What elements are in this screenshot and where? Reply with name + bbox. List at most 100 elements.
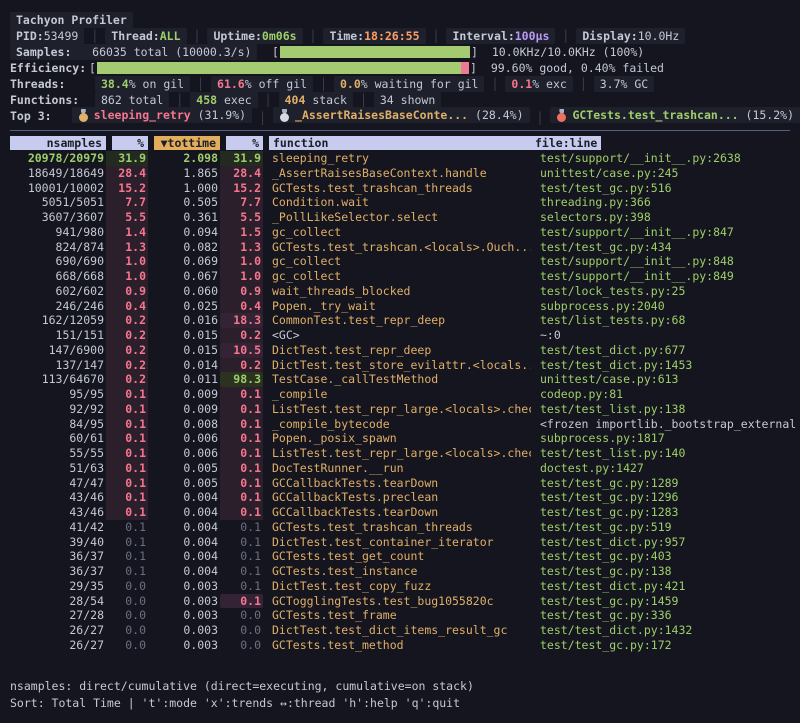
cell-pct-direct: 15.2: [106, 181, 148, 196]
table-row[interactable]: 3607/36075.50.3615.5_PollLikeSelector.se…: [10, 210, 800, 225]
cell-pct-direct: 0.1: [106, 520, 148, 535]
table-row[interactable]: 941/9801.40.0941.5gc_collecttest/support…: [10, 225, 800, 240]
table-row[interactable]: 151/1510.20.0150.2<GC>~:0: [10, 328, 800, 343]
cell-pct-cumulative: 0.1: [220, 446, 263, 461]
col-header-pct1[interactable]: %: [112, 136, 148, 150]
field-time: Time: 18:26:55: [323, 28, 425, 45]
cell-pct-direct: 0.1: [106, 431, 148, 446]
cell-pct-direct: 0.1: [106, 461, 148, 476]
table-row[interactable]: 95/950.10.0090.1_compilecodeop.py:81: [10, 387, 800, 402]
table-row[interactable]: 55/550.10.0060.1ListTest.test_repr_large…: [10, 446, 800, 461]
cell-tottime: 0.003: [148, 594, 220, 609]
separator: [10, 130, 790, 131]
field-pid-label: PID:: [16, 29, 44, 44]
table-row[interactable]: 60/610.10.0060.1Popen._posix_spawnsubpro…: [10, 431, 800, 446]
table-row[interactable]: 824/8741.30.0821.3GCTests.test_trashcan.…: [10, 240, 800, 255]
table-row[interactable]: 26/270.00.0030.0GCTests.test_methodtest/…: [10, 638, 800, 653]
table-row[interactable]: 668/6681.00.0671.0gc_collecttest/support…: [10, 269, 800, 284]
cell-nsamples: 55/55: [10, 446, 106, 461]
cell-nsamples: 113/64670: [10, 372, 106, 387]
divider-status-3: │: [310, 29, 317, 44]
cell-pct-cumulative: 0.9: [220, 284, 263, 299]
cell-pct-cumulative: 7.7: [220, 195, 263, 210]
table-row[interactable]: 29/350.00.0030.1DictTest.test_copy_fuzzt…: [10, 579, 800, 594]
cell-pct-cumulative: 0.1: [220, 549, 263, 564]
col-header-nsamples[interactable]: nsamples: [10, 136, 106, 150]
col-header-pct2[interactable]: %: [226, 136, 263, 150]
cell-file-line: test/lock_tests.py:25: [531, 284, 800, 299]
table-row[interactable]: 10001/1000215.21.00015.2GCTests.test_tra…: [10, 181, 800, 196]
field-display-value: 10.0Hz: [638, 29, 680, 44]
table-row[interactable]: 39/400.10.0040.1DictTest.test_container_…: [10, 535, 800, 550]
function-stat-total-value: 862: [101, 93, 122, 108]
cell-file-line: test/test_gc.py:172: [531, 638, 800, 653]
table-row[interactable]: 41/420.10.0040.1GCTests.test_trashcan_th…: [10, 520, 800, 535]
medal-2-disc: [280, 113, 289, 122]
cell-nsamples: 27/28: [10, 608, 106, 623]
field-time-label: Time:: [329, 29, 364, 44]
cell-file-line: test/list_tests.py:68: [531, 313, 800, 328]
divider-thread-stat-3: │: [491, 77, 498, 91]
table-header: nsamples% ▼tottime% functionfile:line: [10, 135, 800, 150]
efficiency-label: Efficiency:: [10, 61, 89, 76]
divider-function-stat-3: │: [360, 93, 367, 107]
col-header-file[interactable]: file:line: [531, 136, 601, 150]
divider-top3-2: │: [537, 111, 544, 125]
top-function-2-pct: (28.4%): [468, 108, 523, 123]
table-row[interactable]: 92/920.10.0090.1ListTest.test_repr_large…: [10, 402, 800, 417]
table-row[interactable]: 47/470.10.0050.1GCCallbackTests.tearDown…: [10, 476, 800, 491]
table-row[interactable]: 20978/2097931.92.09831.9sleeping_retryte…: [10, 151, 800, 166]
table-row[interactable]: 43/460.10.0040.1GCCallbackTests.preclean…: [10, 490, 800, 505]
table-row[interactable]: 26/270.00.0030.0DictTest.test_dict_items…: [10, 623, 800, 638]
efficiency-good-fill: [97, 62, 461, 74]
table-row[interactable]: 27/280.00.0030.0GCTests.test_frametest/t…: [10, 608, 800, 623]
table-row[interactable]: 28/540.00.0030.1GCTogglingTests.test_bug…: [10, 594, 800, 609]
cell-nsamples: 162/12059: [10, 313, 106, 328]
cell-pct-cumulative: 0.0: [220, 608, 263, 623]
table-body: 20978/2097931.92.09831.9sleeping_retryte…: [10, 151, 800, 653]
table-row[interactable]: 5051/50517.70.5057.7Condition.waitthread…: [10, 195, 800, 210]
col-header-function[interactable]: function: [269, 136, 531, 150]
cell-tottime: 0.361: [148, 210, 220, 225]
table-row[interactable]: 36/370.10.0040.1GCTests.test_instancetes…: [10, 564, 800, 579]
efficiency-bar-open-bracket: [: [89, 61, 96, 76]
function-stat-total-label: total: [122, 93, 164, 108]
cell-function: Condition.wait: [263, 195, 531, 210]
field-thread-value: ALL: [160, 29, 181, 44]
cell-pct-cumulative: 0.1: [220, 402, 263, 417]
cell-nsamples: 137/147: [10, 358, 106, 373]
table-row[interactable]: 51/630.10.0050.1DocTestRunner.__rundocte…: [10, 461, 800, 476]
table-row[interactable]: 84/950.10.0080.1_compile_bytecode<frozen…: [10, 417, 800, 432]
table-row[interactable]: 18649/1864928.41.86528.4_AssertRaisesBas…: [10, 166, 800, 181]
top-function-2: _AssertRaisesBaseConte... (28.4%): [273, 107, 529, 124]
table-row[interactable]: 36/370.10.0040.1GCTests.test_get_countte…: [10, 549, 800, 564]
title-row: Tachyon Profiler: [10, 12, 800, 28]
top-function-3: GCTests.test_trashcan... (15.2%): [550, 107, 800, 124]
divider-thread-stat-2: │: [320, 77, 327, 91]
function-stat-shown-label: shown: [394, 93, 436, 108]
cell-pct-cumulative: 0.1: [220, 505, 263, 520]
top-function-3-name: GCTests.test_trashcan...: [572, 108, 738, 123]
cell-nsamples: 668/668: [10, 269, 106, 284]
table-row[interactable]: 113/646700.20.01198.3TestCase._callTestM…: [10, 372, 800, 387]
table-row[interactable]: 43/460.10.0040.1GCCallbackTests.tearDown…: [10, 505, 800, 520]
col-header-tottime[interactable]: ▼tottime: [154, 136, 220, 150]
table-row[interactable]: 162/120590.20.01618.3CommonTest.test_rep…: [10, 313, 800, 328]
cell-file-line: test/test_gc.py:1296: [531, 490, 800, 505]
table-row[interactable]: 246/2460.40.0250.4Popen._try_waitsubproc…: [10, 299, 800, 314]
table-row[interactable]: 690/6901.00.0691.0gc_collecttest/support…: [10, 254, 800, 269]
table-row[interactable]: 602/6020.90.0600.9wait_threads_blockedte…: [10, 284, 800, 299]
cell-file-line: doctest.py:1427: [531, 461, 800, 476]
divider-top3-1: │: [259, 111, 266, 125]
footer-legend: nsamples: direct/cumulative (direct=exec…: [10, 679, 800, 696]
cell-file-line: <frozen importlib._bootstrap_external: [531, 417, 800, 432]
table-row[interactable]: 147/69000.20.01510.5DictTest.test_repr_d…: [10, 343, 800, 358]
table-row[interactable]: 137/1470.20.0140.2DictTest.test_store_ev…: [10, 358, 800, 373]
cell-tottime: 0.006: [148, 431, 220, 446]
cell-pct-cumulative: 1.0: [220, 254, 263, 269]
cell-pct-direct: 0.2: [106, 328, 148, 343]
cell-file-line: test/test_list.py:140: [531, 446, 800, 461]
cell-pct-direct: 0.0: [106, 623, 148, 638]
field-thread: Thread: ALL: [105, 28, 186, 45]
cell-tottime: 0.004: [148, 535, 220, 550]
